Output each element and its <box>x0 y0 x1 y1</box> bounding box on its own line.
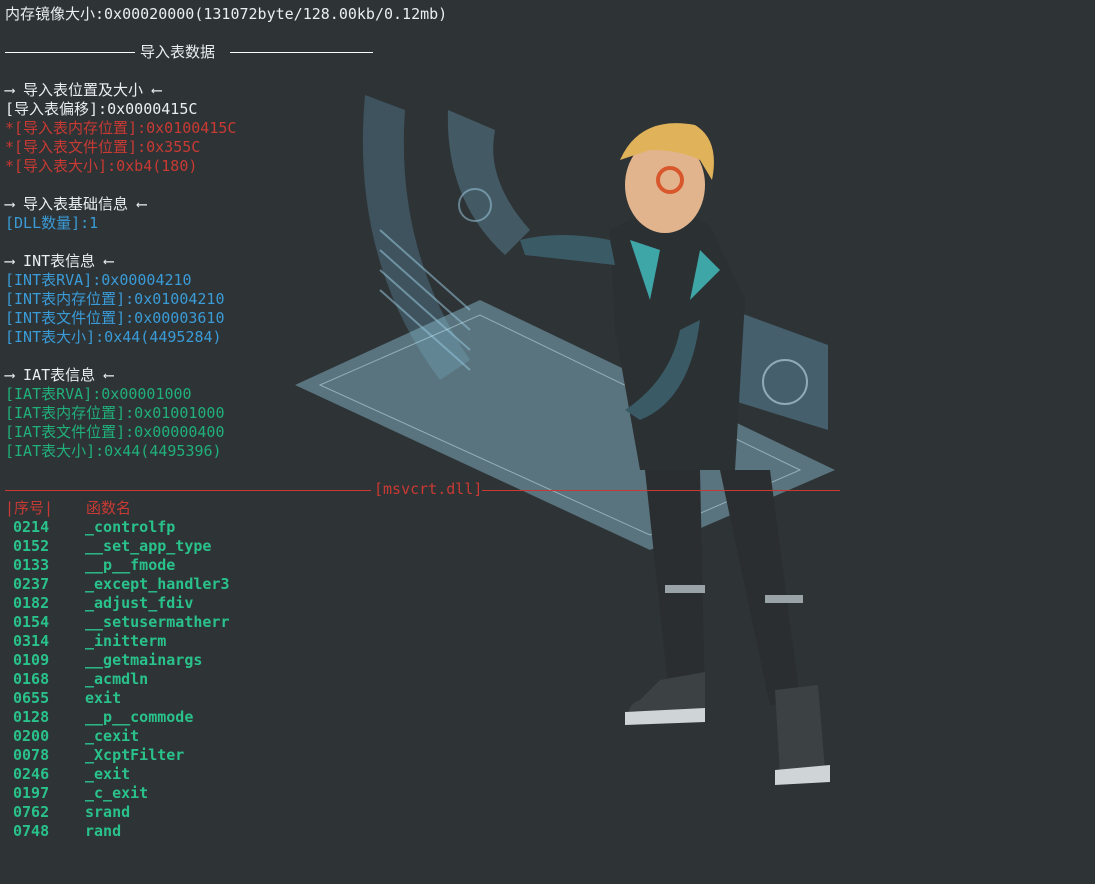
ordinal-cell: 0078 <box>13 746 50 764</box>
basic-info-header: ⟶ 导入表基础信息 ⟵ <box>5 195 147 213</box>
function-name-cell: __getmainargs <box>85 651 203 669</box>
ordinal-cell: 0748 <box>13 822 50 840</box>
ordinal-cell: 0314 <box>13 632 50 650</box>
table-header-function: 函数名 <box>86 499 132 517</box>
ordinal-cell: 0237 <box>13 575 50 593</box>
function-name-cell: _c_exit <box>85 784 149 802</box>
function-name-cell: _exit <box>85 765 131 783</box>
ordinal-cell: 0182 <box>13 594 50 612</box>
ordinal-cell: 0128 <box>13 708 50 726</box>
image-size-line: 内存镜像大小:0x00020000(131072byte/128.00kb/0.… <box>5 5 448 23</box>
iat-mem-pos: [IAT表内存位置]:0x01001000 <box>5 404 225 422</box>
ordinal-cell: 0154 <box>13 613 50 631</box>
function-name-cell: rand <box>85 822 122 840</box>
function-name-cell: _initterm <box>85 632 167 650</box>
ordinal-cell: 0214 <box>13 518 50 536</box>
function-name-cell: __setusermatherr <box>85 613 230 631</box>
function-name-cell: __p__commode <box>85 708 194 726</box>
ordinal-cell: 0200 <box>13 727 50 745</box>
function-name-cell: _cexit <box>85 727 140 745</box>
function-name-cell: __set_app_type <box>85 537 212 555</box>
ordinal-cell: 0762 <box>13 803 50 821</box>
function-name-cell: _except_handler3 <box>85 575 230 593</box>
int-mem-pos: [INT表内存位置]:0x01004210 <box>5 290 225 308</box>
ordinal-cell: 0152 <box>13 537 50 555</box>
function-name-cell: srand <box>85 803 131 821</box>
dll-divider-left <box>5 490 371 491</box>
import-section-title: 导入表数据 <box>140 43 216 61</box>
ordinal-cell: 0168 <box>13 670 50 688</box>
section-divider-right <box>230 52 373 53</box>
int-header: ⟶ INT表信息 ⟵ <box>5 252 114 270</box>
function-name-cell: _acmdln <box>85 670 149 688</box>
dll-divider-right <box>482 490 840 491</box>
import-file-pos: *[导入表文件位置]:0x355C <box>5 138 201 156</box>
int-size: [INT表大小]:0x44(4495284) <box>5 328 222 346</box>
function-name-cell: _XcptFilter <box>85 746 185 764</box>
ordinal-cell: 0246 <box>13 765 50 783</box>
import-offset: [导入表偏移]:0x0000415C <box>5 100 198 118</box>
ordinal-cell: 0133 <box>13 556 50 574</box>
import-mem-pos: *[导入表内存位置]:0x0100415C <box>5 119 237 137</box>
import-size: *[导入表大小]:0xb4(180) <box>5 157 198 175</box>
function-name-cell: exit <box>85 689 122 707</box>
function-name-cell: __p__fmode <box>85 556 176 574</box>
section-divider-left <box>5 52 135 53</box>
iat-header: ⟶ IAT表信息 ⟵ <box>5 366 114 384</box>
ordinal-cell: 0197 <box>13 784 50 802</box>
iat-rva: [IAT表RVA]:0x00001000 <box>5 385 192 403</box>
dll-count: [DLL数量]:1 <box>5 214 99 232</box>
dll-name: [msvcrt.dll] <box>374 480 483 498</box>
iat-size: [IAT表大小]:0x44(4495396) <box>5 442 222 460</box>
ordinal-cell: 0109 <box>13 651 50 669</box>
terminal-output: 内存镜像大小:0x00020000(131072byte/128.00kb/0.… <box>0 0 1095 884</box>
table-header-ordinal: |序号| <box>5 499 54 517</box>
function-name-cell: _controlfp <box>85 518 176 536</box>
ordinal-cell: 0655 <box>13 689 50 707</box>
location-header: ⟶ 导入表位置及大小 ⟵ <box>5 81 162 99</box>
iat-file-pos: [IAT表文件位置]:0x00000400 <box>5 423 225 441</box>
int-rva: [INT表RVA]:0x00004210 <box>5 271 192 289</box>
int-file-pos: [INT表文件位置]:0x00003610 <box>5 309 225 327</box>
function-name-cell: _adjust_fdiv <box>85 594 194 612</box>
